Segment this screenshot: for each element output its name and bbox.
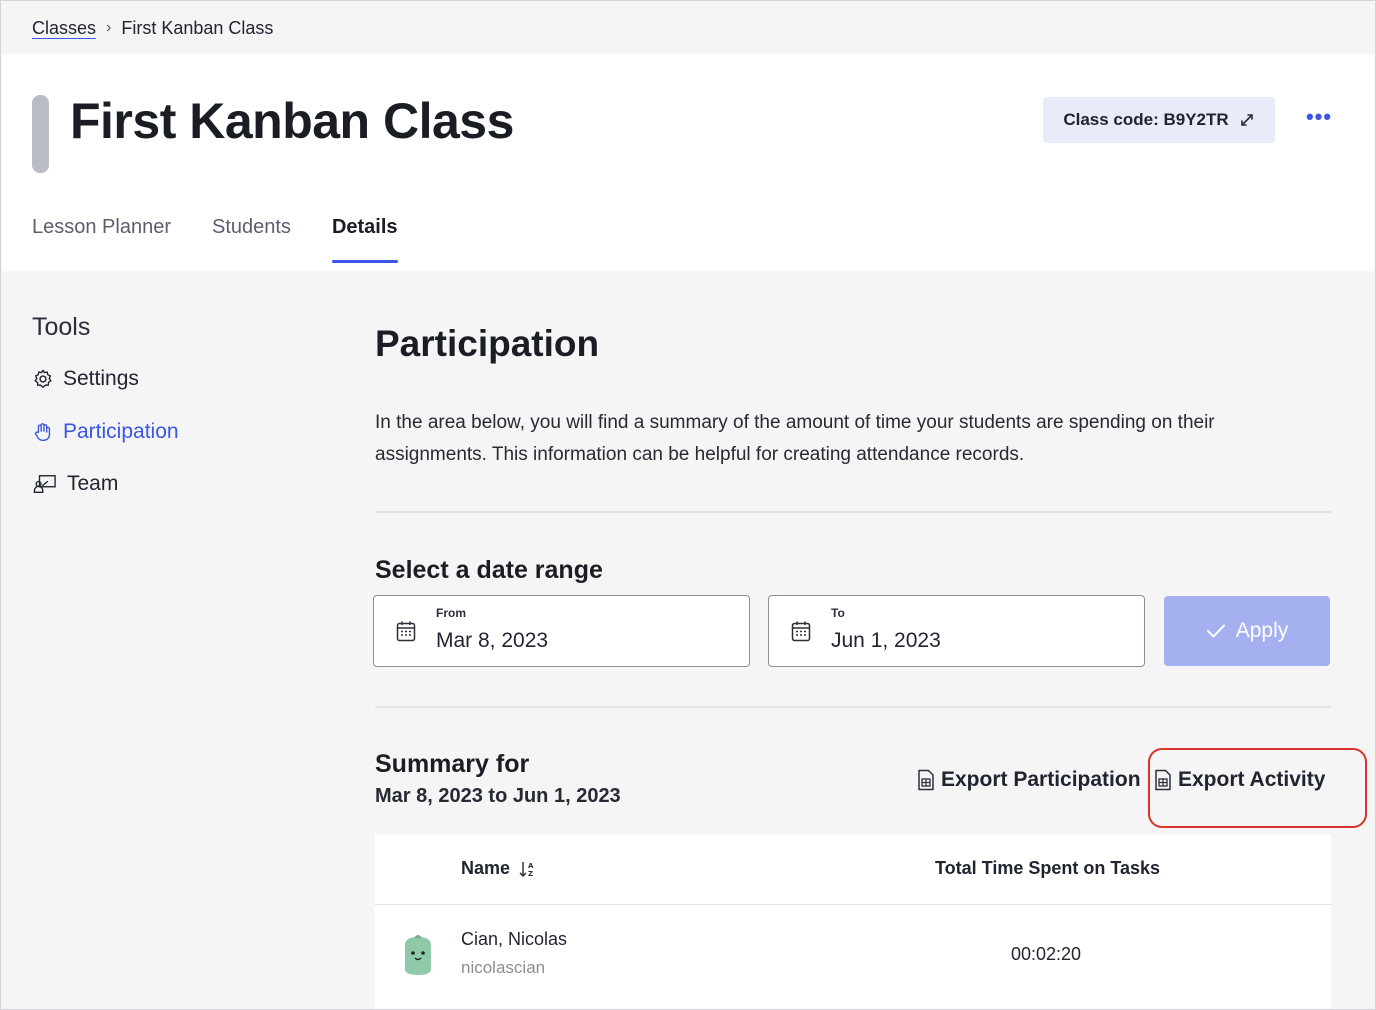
breadcrumb-current: First Kanban Class (121, 17, 274, 38)
to-value: Jun 1, 2023 (831, 629, 941, 652)
apply-button[interactable]: Apply (1164, 596, 1330, 666)
export-participation-button[interactable]: Export Participation (917, 768, 1141, 792)
summary-range: Mar 8, 2023 to Jun 1, 2023 (375, 785, 621, 807)
calendar-icon (396, 621, 416, 642)
sidebar-item-participation[interactable]: Participation (32, 420, 179, 444)
highlight-annotation (1148, 748, 1367, 828)
sidebar-item-label: Settings (63, 367, 139, 390)
gear-icon (34, 369, 52, 388)
from-date-field[interactable]: From Mar 8, 2023 (373, 595, 750, 667)
svg-text:A: A (528, 862, 534, 870)
check-icon (1206, 624, 1225, 638)
section-description: In the area below, you will find a summa… (375, 412, 1215, 465)
summary-heading: Summary for (375, 750, 530, 778)
sidebar-item-label: Team (67, 472, 119, 495)
sort-icon: A Z (519, 861, 534, 878)
student-time-spent: 00:02:20 (1011, 944, 1082, 964)
tools-heading: Tools (32, 313, 91, 341)
apply-label: Apply (1235, 619, 1289, 642)
spreadsheet-file-icon (918, 769, 934, 791)
to-label: To (831, 606, 845, 620)
class-code-button[interactable]: Class code: B9Y2TR (1043, 97, 1275, 143)
section-title: Participation (375, 323, 600, 364)
column-header-time: Total Time Spent on Tasks (935, 858, 1161, 878)
app-window: Classes › First Kanban Class First Kanba… (0, 0, 1376, 1010)
breadcrumb: Classes › First Kanban Class (2, 2, 1374, 54)
team-icon (33, 475, 56, 493)
class-header: First Kanban Class Class code: B9Y2TR ••… (2, 54, 1374, 271)
divider (375, 511, 1331, 513)
breadcrumb-classes-link[interactable]: Classes (32, 18, 96, 39)
sidebar-item-team[interactable]: Team (32, 472, 118, 496)
class-color-bar (32, 95, 49, 173)
expand-icon (1240, 114, 1253, 126)
more-options-button[interactable]: ••• (1304, 104, 1334, 129)
export-participation-label: Export Participation (941, 768, 1141, 791)
class-tabs: Lesson Planner Students Details (32, 216, 439, 263)
to-date-field[interactable]: To Jun 1, 2023 (768, 595, 1145, 667)
hand-icon (34, 423, 51, 441)
page-title: First Kanban Class (70, 93, 514, 149)
participation-table: Name A Z Total Time Spent on Tasks Cian,… (375, 834, 1331, 1009)
sidebar-item-label: Participation (63, 420, 179, 443)
student-name[interactable]: Cian, Nicolas (461, 929, 567, 950)
tab-lesson-planner[interactable]: Lesson Planner (32, 216, 171, 263)
divider (375, 706, 1331, 708)
student-avatar (405, 935, 431, 975)
from-value: Mar 8, 2023 (436, 629, 549, 652)
from-label: From (436, 606, 466, 620)
svg-text:Z: Z (528, 870, 533, 878)
class-code-label: Class code: B9Y2TR (1063, 110, 1229, 129)
header-divider (375, 904, 1331, 905)
breadcrumb-separator: › (106, 19, 112, 36)
tab-students[interactable]: Students (212, 216, 291, 263)
date-range-heading: Select a date range (375, 556, 603, 584)
calendar-icon (791, 621, 811, 642)
sidebar-item-settings[interactable]: Settings (32, 367, 139, 391)
student-username: nicolascian (461, 958, 546, 977)
tab-details[interactable]: Details (331, 216, 398, 263)
column-header-name[interactable]: Name A Z (461, 858, 536, 879)
